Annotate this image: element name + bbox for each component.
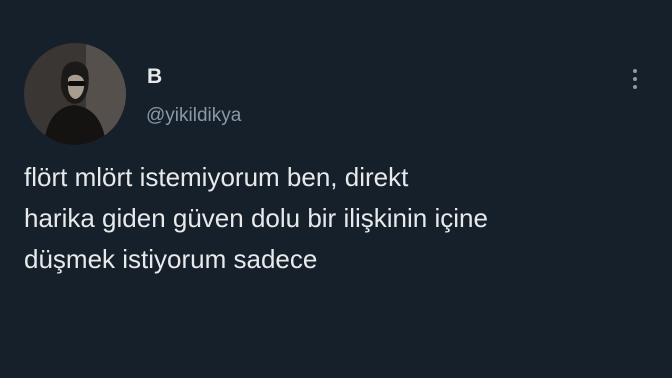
- tweet-text-line: harika giden güven dolu bir ilişkinin iç…: [24, 203, 488, 233]
- tweet-text: flört mlört istemiyorum ben, direkt hari…: [24, 157, 654, 280]
- tweet-text-line: düşmek istiyorum sadece: [24, 244, 318, 274]
- tweet-card: B @yikildikya flört mlört istemiyorum be…: [0, 0, 672, 378]
- display-name[interactable]: B: [147, 64, 162, 90]
- more-options-button[interactable]: [624, 64, 646, 94]
- user-handle[interactable]: @yikildikya: [146, 104, 241, 128]
- tweet-text-line: flört mlört istemiyorum ben, direkt: [24, 162, 409, 192]
- profile-photo: [24, 43, 126, 145]
- avatar[interactable]: [24, 43, 126, 145]
